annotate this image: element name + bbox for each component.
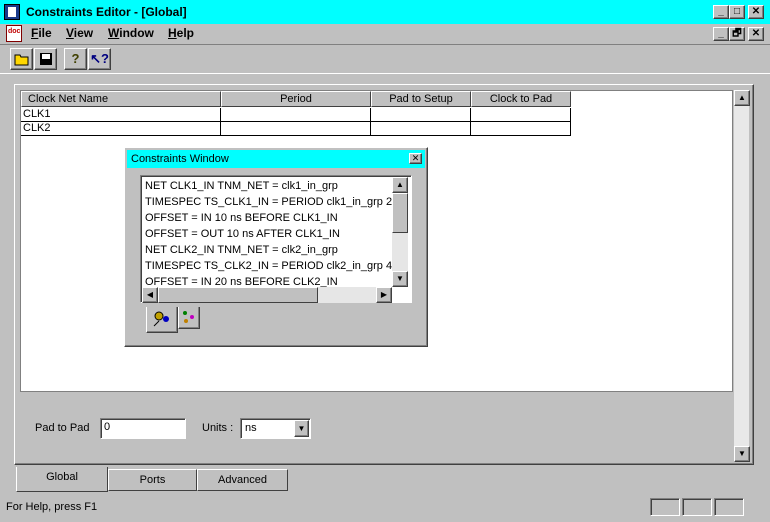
constraints-horizontal-scrollbar[interactable]: ◀ ▶ (142, 287, 392, 303)
menu-window[interactable]: Window (104, 26, 158, 40)
constraints-tab-tree[interactable] (178, 307, 200, 329)
constraints-list[interactable]: NET CLK1_IN TNM_NET = clk1_in_grp TIMESP… (140, 175, 412, 303)
constraint-line[interactable]: OFFSET = IN 10 ns BEFORE CLK1_IN (145, 212, 338, 224)
constraint-line[interactable]: NET CLK1_IN TNM_NET = clk1_in_grp (145, 180, 338, 192)
question-icon: ? (100, 51, 109, 66)
status-pane-2 (682, 498, 712, 516)
scroll-left-icon[interactable]: ◀ (142, 287, 158, 303)
save-button[interactable] (34, 48, 57, 70)
app-icon[interactable] (4, 4, 20, 20)
status-text: For Help, press F1 (6, 501, 98, 513)
scroll-down-icon[interactable]: ▼ (734, 446, 750, 462)
units-value: ns (245, 422, 257, 434)
toolbar: ? ↖? (0, 44, 770, 74)
close-button[interactable]: ✕ (748, 5, 764, 19)
open-folder-icon (14, 54, 28, 66)
column-header-clock-to-pad[interactable]: Clock to Pad (471, 91, 571, 107)
status-pane-3 (714, 498, 744, 516)
minimize-button[interactable]: _ (713, 5, 729, 19)
menu-view[interactable]: View (62, 26, 97, 40)
context-help-button[interactable]: ↖? (88, 48, 111, 70)
constraint-line[interactable]: TIMESPEC TS_CLK1_IN = PERIOD clk1_in_grp… (145, 196, 398, 208)
open-button[interactable] (10, 48, 33, 70)
document-icon[interactable] (6, 25, 22, 42)
cell-clk2-period[interactable] (221, 122, 371, 136)
tab-ports[interactable]: Ports (108, 469, 197, 491)
chevron-down-icon[interactable]: ▼ (294, 420, 309, 437)
constraints-window-title: Constraints Window (131, 153, 229, 165)
pad-to-pad-label: Pad to Pad (35, 422, 90, 434)
doc-restore-button[interactable]: 🗗 (729, 27, 745, 41)
constraints-window-close-icon[interactable]: ✕ (409, 153, 422, 164)
column-header-clock-net[interactable]: Clock Net Name (21, 91, 221, 107)
units-label: Units : (202, 422, 234, 434)
main-vertical-scrollbar[interactable]: ▲ ▼ (733, 90, 750, 462)
scroll-thumb[interactable] (158, 287, 318, 303)
constraints-tab-editor[interactable] (146, 307, 178, 333)
constraint-line[interactable]: TIMESPEC TS_CLK2_IN = PERIOD clk2_in_grp… (145, 260, 398, 272)
scroll-thumb[interactable] (392, 193, 408, 233)
constraint-line[interactable]: NET CLK2_IN TNM_NET = clk2_in_grp (145, 244, 338, 256)
cell-clk1-name[interactable]: CLK1 (21, 108, 221, 122)
scroll-up-icon[interactable]: ▲ (392, 177, 408, 193)
constraints-window-titlebar[interactable]: Constraints Window ✕ (127, 150, 425, 168)
scroll-up-icon[interactable]: ▲ (734, 90, 750, 106)
title-bar[interactable]: Constraints Editor - [Global] _ □ ✕ (0, 0, 770, 24)
status-bar: For Help, press F1 (0, 496, 770, 522)
column-header-period[interactable]: Period (221, 91, 371, 107)
pointer-icon: ↖ (90, 51, 101, 66)
cell-clk2-name[interactable]: CLK2 (21, 122, 221, 136)
pad-to-pad-input[interactable]: 0 (100, 418, 186, 439)
doc-close-button[interactable]: ✕ (748, 27, 764, 41)
scroll-right-icon[interactable]: ▶ (376, 287, 392, 303)
tab-advanced[interactable]: Advanced (197, 469, 288, 491)
help-button[interactable]: ? (64, 48, 87, 70)
cell-clk2-clock-to-pad[interactable] (471, 122, 571, 136)
window-title: Constraints Editor - [Global] (26, 5, 187, 19)
maximize-button[interactable]: □ (729, 5, 745, 19)
scroll-down-icon[interactable]: ▼ (392, 271, 408, 287)
cell-clk1-pad-to-setup[interactable] (371, 108, 471, 122)
cell-clk1-clock-to-pad[interactable] (471, 108, 571, 122)
people-icon (153, 311, 169, 327)
menu-bar: File View Window Help _ 🗗 ✕ (0, 24, 770, 44)
save-disk-icon (39, 53, 52, 65)
column-header-pad-to-setup[interactable]: Pad to Setup (371, 91, 471, 107)
doc-minimize-button[interactable]: _ (713, 27, 729, 41)
cell-clk1-period[interactable] (221, 108, 371, 122)
tab-global[interactable]: Global (16, 467, 108, 492)
menu-help[interactable]: Help (164, 26, 198, 40)
units-select[interactable]: ns ▼ (240, 418, 311, 439)
constraint-line[interactable]: OFFSET = OUT 10 ns AFTER CLK1_IN (145, 228, 340, 240)
cell-clk2-pad-to-setup[interactable] (371, 122, 471, 136)
status-pane-1 (650, 498, 680, 516)
menu-file[interactable]: File (27, 26, 56, 40)
dots-icon (183, 311, 194, 323)
constraints-vertical-scrollbar[interactable]: ▲ ▼ (392, 177, 408, 287)
